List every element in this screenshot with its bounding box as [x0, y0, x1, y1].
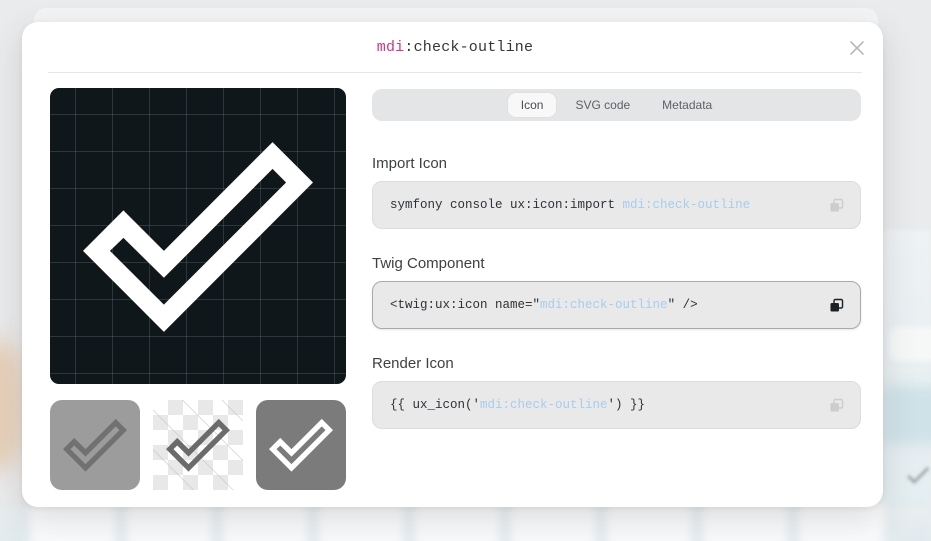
tabbar: Icon SVG code Metadata — [372, 89, 861, 121]
close-icon — [850, 41, 864, 55]
tab-icon[interactable]: Icon — [507, 93, 557, 117]
code-snippet-import: symfony console ux:icon:import mdi:check… — [372, 181, 861, 229]
modal-header: mdi:check-outline — [48, 22, 862, 73]
check-outline-icon — [166, 418, 230, 472]
copy-button[interactable] — [825, 194, 847, 216]
section-render-icon: Render Icon {{ ux_icon('mdi:check-outlin… — [372, 355, 861, 429]
blurred-card-right — [889, 327, 931, 361]
code-text: <twig:ux:icon name="mdi:check-outline" /… — [390, 298, 698, 312]
code-snippet-render: {{ ux_icon('mdi:check-outline') }} — [372, 381, 861, 429]
section-twig-component: Twig Component <twig:ux:icon name="mdi:c… — [372, 255, 861, 329]
check-outline-icon — [269, 418, 333, 472]
section-title: Render Icon — [372, 355, 454, 372]
tab-metadata[interactable]: Metadata — [649, 93, 725, 117]
copy-icon — [829, 298, 843, 312]
details-column: Icon SVG code Metadata Import Icon symfo… — [372, 89, 861, 429]
icon-preview-gray — [50, 400, 140, 490]
close-button[interactable] — [845, 36, 869, 60]
copy-icon — [829, 398, 843, 412]
icon-name: :check-outline — [404, 38, 534, 56]
preview-variants — [50, 400, 346, 490]
tab-svg-code[interactable]: SVG code — [562, 93, 643, 117]
code-highlight: mdi:check-outline — [622, 198, 751, 212]
check-outline-icon — [83, 142, 313, 332]
modal-title: mdi:check-outline — [377, 39, 533, 56]
blurred-color-blob-left — [0, 340, 24, 470]
code-highlight: mdi:check-outline — [480, 398, 608, 412]
icon-preview-dark — [50, 88, 346, 384]
section-title: Twig Component — [372, 255, 485, 272]
code-text: symfony console ux:icon:import mdi:check… — [390, 198, 751, 212]
preview-column — [50, 88, 346, 490]
blurred-check-icon — [907, 466, 930, 484]
code-text: {{ ux_icon('mdi:check-outline') }} — [390, 398, 646, 412]
code-highlight: mdi:check-outline — [540, 298, 668, 312]
copy-icon — [829, 198, 843, 212]
copy-button[interactable] — [825, 394, 847, 416]
icon-preview-transparent — [153, 400, 243, 490]
icon-prefix: mdi — [376, 38, 405, 56]
icon-preview-darker — [256, 400, 346, 490]
icon-detail-modal: mdi:check-outline Icon SVG code Metadata… — [22, 22, 883, 507]
copy-button[interactable] — [825, 294, 847, 316]
blurred-teal-band — [883, 386, 931, 444]
check-outline-icon — [63, 418, 127, 472]
code-snippet-twig: <twig:ux:icon name="mdi:check-outline" /… — [372, 281, 861, 329]
section-import-icon: Import Icon symfony console ux:icon:impo… — [372, 155, 861, 229]
section-title: Import Icon — [372, 155, 448, 172]
